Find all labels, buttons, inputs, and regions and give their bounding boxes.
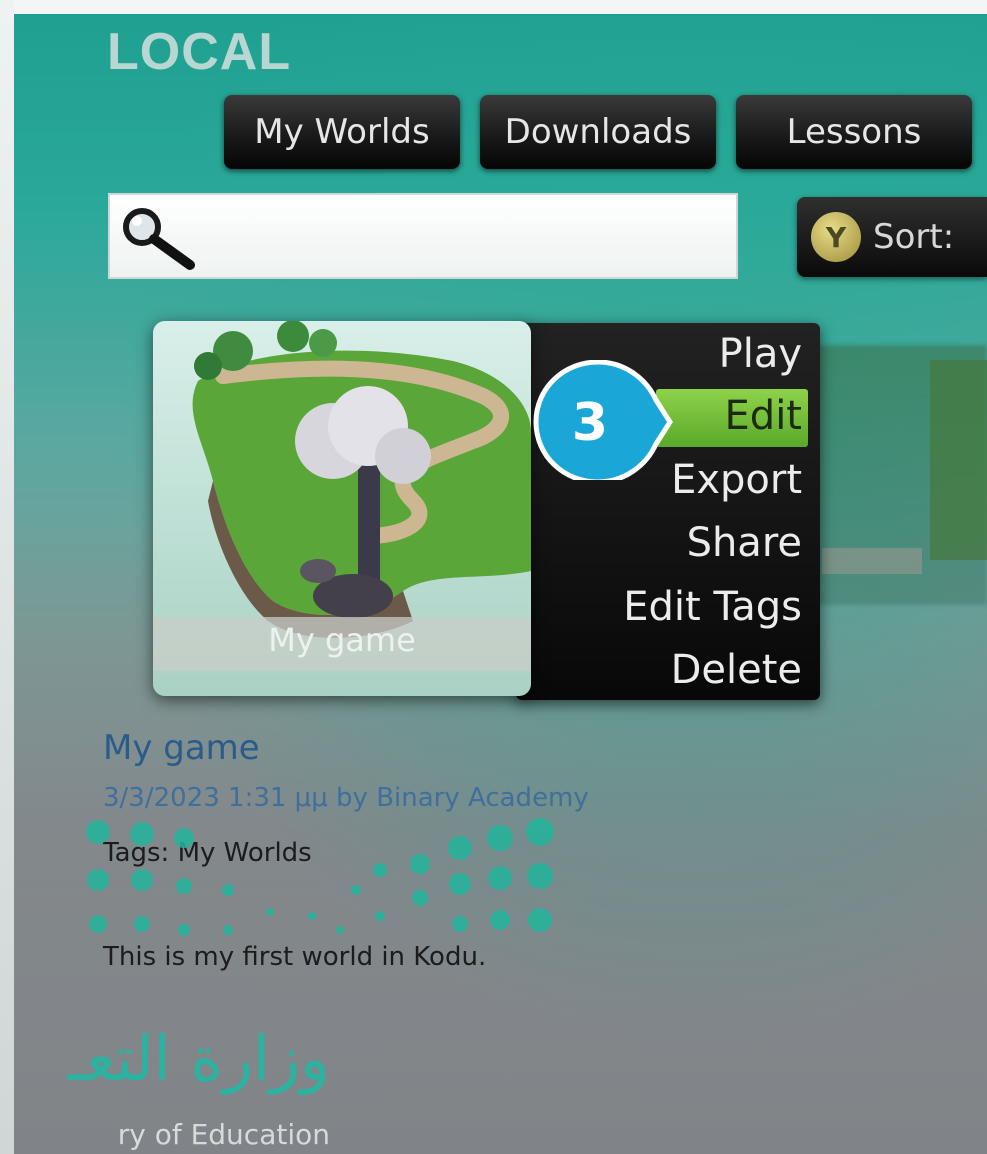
world-meta: 3/3/2023 1:31 μμ by Binary Academy: [103, 783, 589, 813]
search-icon: [123, 208, 195, 270]
tab-downloads[interactable]: Downloads: [480, 95, 716, 169]
section-title: LOCAL: [107, 23, 292, 81]
step-number: 3: [572, 393, 608, 453]
thumbnail-caption: My game: [268, 621, 416, 659]
tab-my-worlds[interactable]: My Worlds: [224, 95, 460, 169]
watermark-dots-logo: [86, 818, 554, 936]
watermark-english-text: ry of Education: [117, 1118, 330, 1151]
sort-label: Sort:: [873, 217, 955, 257]
menu-item-delete[interactable]: Delete: [671, 647, 802, 693]
menu-item-share[interactable]: Share: [687, 520, 802, 566]
menu-item-edit[interactable]: Edit: [725, 393, 802, 439]
next-world-card-edge: [930, 360, 987, 560]
step-callout-badge: 3: [533, 360, 673, 480]
search-input[interactable]: [108, 193, 738, 279]
screenshot-frame-left: [0, 0, 14, 1154]
y-button-icon: Y: [811, 212, 861, 262]
menu-item-play[interactable]: Play: [719, 331, 802, 377]
menu-item-export[interactable]: Export: [671, 457, 802, 503]
world-title: My game: [103, 728, 260, 768]
next-world-caption: [822, 548, 922, 574]
menu-item-edit-tags[interactable]: Edit Tags: [623, 584, 802, 630]
world-thumbnail[interactable]: My game: [153, 321, 531, 696]
sort-button[interactable]: Y Sort:: [797, 197, 987, 277]
screenshot-frame-top: [0, 0, 987, 14]
watermark-arabic-text: وزارة التعـ: [67, 1022, 330, 1095]
tab-lessons[interactable]: Lessons: [736, 95, 972, 169]
